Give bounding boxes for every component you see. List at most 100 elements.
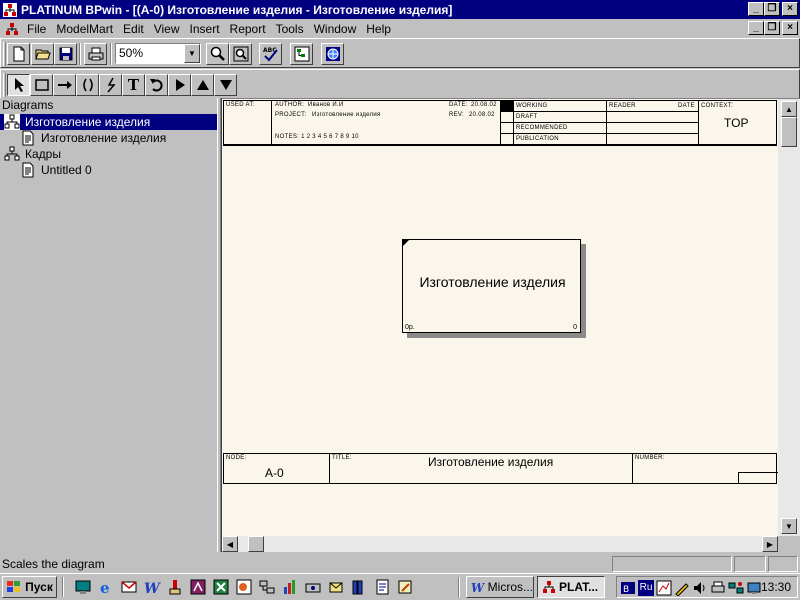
doc-restore-button[interactable]: ❐ — [764, 21, 780, 35]
menu-window[interactable]: Window — [309, 22, 362, 36]
chevron-down-icon[interactable]: ▼ — [184, 44, 200, 63]
start-label: Пуск — [25, 580, 53, 594]
zoom-select[interactable]: 50% ▼ — [115, 43, 201, 64]
outlook-express-icon[interactable] — [120, 578, 138, 596]
menu-file[interactable]: File — [22, 22, 51, 36]
menu-view[interactable]: View — [149, 22, 185, 36]
scroll-right-button[interactable]: ▶ — [762, 536, 778, 552]
tree-item-label: Кадры — [25, 147, 61, 161]
word-icon[interactable]: W — [143, 578, 161, 596]
start-button[interactable]: Пуск — [2, 576, 57, 598]
mail-icon[interactable] — [327, 578, 345, 596]
scroll-down-button[interactable]: ▼ — [781, 518, 797, 534]
horizontal-scroll-thumb[interactable] — [248, 536, 264, 552]
magnifier-zoom-in-icon — [210, 46, 225, 61]
arrow-tool-button[interactable] — [53, 74, 76, 96]
powerpoint-icon[interactable] — [235, 578, 253, 596]
tools-icon[interactable] — [304, 578, 322, 596]
go-to-parent-button[interactable] — [145, 74, 168, 96]
tray-printer-icon[interactable] — [710, 580, 726, 596]
close-button[interactable]: × — [782, 2, 798, 16]
go-to-sibling-button[interactable] — [168, 74, 191, 96]
go-down-button[interactable] — [214, 74, 237, 96]
notes: NOTES: 1 2 3 4 5 6 7 8 9 10 — [275, 134, 359, 140]
model-explorer-button[interactable] — [290, 43, 313, 65]
project-label: PROJECT: — [275, 112, 307, 118]
excel-icon[interactable] — [212, 578, 230, 596]
doc-close-button[interactable]: × — [782, 21, 798, 35]
tree-item-model[interactable]: Изготовление изделия — [0, 114, 217, 130]
floppy-disk-icon — [59, 47, 72, 61]
status-text: Scales the diagram — [2, 557, 105, 571]
diagram-page-icon — [22, 162, 34, 178]
tray-app-icon[interactable]: B — [620, 580, 636, 596]
activity-box[interactable]: Изготовление изделия 0р. 0 — [402, 239, 581, 333]
network-icon[interactable] — [258, 578, 276, 596]
menu-insert[interactable]: Insert — [185, 22, 225, 36]
tree-item-diagram[interactable]: Untitled 0 — [20, 162, 94, 178]
working-checkbox[interactable] — [501, 101, 514, 112]
tray-chart-icon[interactable] — [656, 580, 672, 596]
modelmart-button[interactable] — [321, 43, 344, 65]
menu-help[interactable]: Help — [361, 22, 396, 36]
scroll-up-button[interactable]: ▲ — [781, 101, 797, 117]
paint-icon[interactable] — [166, 578, 184, 596]
pencil-note-icon[interactable] — [396, 578, 414, 596]
clock[interactable]: 13:30 — [761, 580, 791, 594]
doc-minimize-button[interactable]: _ — [748, 21, 764, 35]
menu-modelmart[interactable]: ModelMart — [51, 22, 118, 36]
notepad-icon[interactable] — [373, 578, 391, 596]
tree-item-model[interactable]: Кадры — [4, 146, 63, 162]
publication-checkbox[interactable] — [501, 134, 514, 145]
volume-icon[interactable] — [692, 580, 708, 596]
title-bar[interactable]: PLATINUM BPwin - [(A-0) Изготовление изд… — [0, 0, 800, 19]
text-tool-button[interactable]: T — [122, 74, 145, 96]
tray-monitor-icon[interactable] — [746, 580, 762, 596]
bpwin-app-icon[interactable] — [2, 2, 18, 18]
document-control-icon[interactable] — [4, 21, 20, 37]
minimize-button[interactable]: _ — [748, 2, 764, 16]
toolbar-grip[interactable] — [3, 42, 6, 66]
squiggle-tool-button[interactable] — [99, 74, 122, 96]
zoom-in-button[interactable] — [206, 43, 229, 65]
internet-explorer-icon[interactable]: e — [97, 578, 115, 596]
menu-edit[interactable]: Edit — [118, 22, 149, 36]
vertical-scroll-thumb[interactable] — [781, 117, 797, 147]
tree-item-diagram[interactable]: Изготовление изделия — [20, 130, 168, 146]
zoom-fit-button[interactable] — [229, 43, 252, 65]
print-button[interactable] — [84, 43, 107, 65]
open-button[interactable] — [31, 43, 54, 65]
menu-tools[interactable]: Tools — [271, 22, 309, 36]
toolbar-grip[interactable] — [3, 73, 6, 97]
go-up-button[interactable] — [191, 74, 214, 96]
task-bpwin[interactable]: PLAT... — [537, 576, 605, 598]
books-icon[interactable] — [350, 578, 368, 596]
restore-button[interactable]: ❐ — [764, 2, 780, 16]
horizontal-scrollbar[interactable]: ◀ ▶ — [222, 536, 778, 552]
tunnel-tool-button[interactable] — [76, 74, 99, 96]
menu-report[interactable]: Report — [225, 22, 271, 36]
vertical-scrollbar[interactable]: ▲ ▼ — [778, 99, 800, 536]
tray-pencil-icon[interactable] — [674, 580, 690, 596]
spell-check-button[interactable]: ABC — [259, 43, 282, 65]
access-icon[interactable] — [189, 578, 207, 596]
task-word[interactable]: W Micros... — [466, 576, 534, 598]
chart-app-icon[interactable] — [281, 578, 299, 596]
new-button[interactable] — [7, 43, 30, 65]
date-value: 20.08.02 — [471, 102, 497, 108]
arrow-right-icon — [57, 81, 72, 89]
language-indicator[interactable]: Ru — [638, 580, 654, 596]
desktop-icon[interactable] — [74, 578, 92, 596]
tray-network-icon[interactable] — [728, 580, 744, 596]
diagram-canvas[interactable]: USED AT: AUTHOR: Иванов И.И PROJECT: Изг… — [222, 99, 778, 536]
printer-icon — [88, 47, 103, 61]
pointer-tool-button[interactable] — [7, 74, 30, 96]
activity-box-tool-button[interactable] — [30, 74, 53, 96]
recommended-checkbox[interactable] — [501, 123, 514, 134]
status-working: WORKING — [516, 103, 548, 109]
draft-checkbox[interactable] — [501, 112, 514, 123]
svg-text:e: e — [100, 579, 110, 596]
save-button[interactable] — [54, 43, 77, 65]
scroll-left-button[interactable]: ◀ — [222, 536, 238, 552]
system-tray: B Ru 13:30 — [616, 576, 798, 598]
